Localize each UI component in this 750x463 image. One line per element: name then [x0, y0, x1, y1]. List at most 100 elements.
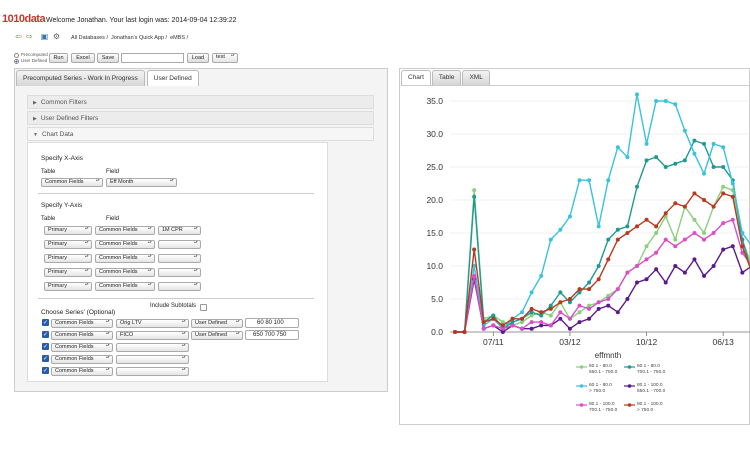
- divider: [38, 193, 314, 194]
- home-icon[interactable]: ▣: [40, 33, 49, 41]
- y-row-4-group-select[interactable]: Common Fields: [95, 268, 155, 277]
- data-point: [539, 273, 544, 278]
- y-row-1-table-select[interactable]: Primary: [44, 226, 92, 235]
- back-arrow-icon[interactable]: ⇦: [14, 33, 23, 41]
- tools-icon[interactable]: ⚙: [52, 33, 61, 41]
- legend-item[interactable]: 80.1 - 100.0 650.1 - 700.0: [624, 383, 665, 395]
- series-row-3-table-select[interactable]: Common Fields: [51, 343, 113, 352]
- y-row-2-field-select[interactable]: [158, 240, 201, 249]
- y-row-4-field-select[interactable]: [158, 268, 201, 277]
- legend-item[interactable]: 60.1 - 80.0 700.1 - 750.0: [624, 364, 665, 376]
- series-row-1-checkbox[interactable]: ✓: [42, 319, 49, 326]
- run-button[interactable]: Run: [49, 53, 68, 63]
- accordion-user-defined-filters[interactable]: ▶ User Defined Filters: [27, 111, 374, 125]
- series-row-2-table-select[interactable]: Common Fields: [51, 331, 113, 340]
- series-row-4-field-select[interactable]: [116, 355, 189, 364]
- data-point: [692, 191, 697, 196]
- series-row-2-type-select[interactable]: User Defined: [191, 331, 243, 340]
- line-chart: 0.0 5.0 10.0 15.0 20.0 25.0 30.0 35.0 07/11 03/12…: [426, 92, 750, 360]
- breadcrumb-all-databases[interactable]: All Databases /: [71, 35, 108, 41]
- series-row-5-field-select[interactable]: [116, 367, 189, 376]
- y-row-5-group-select[interactable]: Common Fields: [95, 282, 155, 291]
- tab-xml[interactable]: XML: [462, 70, 490, 85]
- include-subtotals-checkbox[interactable]: [200, 304, 207, 311]
- data-point: [567, 316, 572, 321]
- tab-user-defined[interactable]: User Defined: [146, 70, 199, 86]
- save-name-input[interactable]: [121, 53, 184, 63]
- series-row-2-field-select[interactable]: FICO: [116, 331, 189, 340]
- series-row-1-table-select[interactable]: Common Fields: [51, 319, 113, 328]
- series-row-5-checkbox[interactable]: ✓: [42, 367, 49, 374]
- legend-item[interactable]: 60.1 - 80.0 > 750.0: [576, 383, 612, 395]
- x-axis-heading: Specify X-Axis: [41, 155, 83, 162]
- accordion-chart-data[interactable]: ▼ Chart Data: [27, 127, 374, 141]
- data-point: [644, 158, 649, 163]
- chevron-right-icon: ▶: [33, 116, 37, 122]
- y-row-3-table-select[interactable]: Primary: [44, 254, 92, 263]
- series-row-3-field-select[interactable]: [116, 343, 189, 352]
- data-point: [625, 270, 630, 275]
- data-point: [702, 198, 707, 202]
- data-point: [558, 227, 563, 232]
- series-row-2-value-input[interactable]: 650 700 750: [245, 330, 299, 340]
- data-point: [625, 297, 630, 301]
- data-point: [481, 326, 486, 331]
- series-row-5-table-select[interactable]: Common Fields: [51, 367, 113, 376]
- radio-user-defined-label: User Defined: [21, 58, 48, 63]
- tab-table[interactable]: Table: [431, 70, 462, 85]
- legend-item[interactable]: 80.1 - 100.0 > 750.0: [624, 402, 663, 414]
- data-point: [472, 247, 477, 252]
- forward-arrow-icon[interactable]: ⇨: [25, 33, 34, 41]
- y-row-4-table-select[interactable]: Primary: [44, 268, 92, 277]
- y-row-1-group-select[interactable]: Common Fields: [95, 226, 155, 235]
- series-row-3-checkbox[interactable]: ✓: [42, 343, 49, 350]
- data-point: [663, 280, 668, 285]
- data-point: [520, 310, 525, 315]
- series-row-4-table-select[interactable]: Common Fields: [51, 355, 113, 364]
- data-point: [673, 264, 678, 268]
- data-point: [644, 244, 649, 249]
- data-point: [654, 155, 659, 160]
- series-row-1-type-select[interactable]: User Defined: [191, 319, 243, 328]
- data-point: [606, 303, 611, 308]
- data-point: [711, 264, 716, 268]
- excel-button[interactable]: Excel: [71, 53, 95, 63]
- tab-precomputed-series[interactable]: Precomputed Series - Work In Progress: [16, 70, 145, 86]
- data-point: [663, 165, 668, 169]
- data-point: [606, 297, 611, 301]
- data-point: [491, 323, 496, 328]
- load-button[interactable]: Load: [187, 53, 209, 63]
- data-point: [548, 313, 553, 318]
- y-row-2-group-select[interactable]: Common Fields: [95, 240, 155, 249]
- radio-precomputed-button[interactable]: [14, 52, 19, 58]
- data-point: [721, 247, 726, 252]
- series-row-2-checkbox[interactable]: ✓: [42, 331, 49, 338]
- legend-item[interactable]: 80.1 - 100.0 700.1 - 750.0: [576, 402, 617, 414]
- data-point: [644, 141, 649, 146]
- data-point: [673, 201, 678, 206]
- y-row-2-table-select[interactable]: Primary: [44, 240, 92, 249]
- load-select[interactable]: test: [212, 53, 238, 63]
- radio-user-defined[interactable]: User Defined: [14, 58, 48, 64]
- series-row-1-value-input[interactable]: 60 80 100: [245, 318, 299, 328]
- y-row-1-field-select[interactable]: 1M CPR: [158, 226, 201, 235]
- data-point: [453, 330, 457, 334]
- x-axis-table-select[interactable]: Common Fields: [41, 178, 103, 187]
- y-row-5-table-select[interactable]: Primary: [44, 282, 92, 291]
- accordion-common-filters[interactable]: ▶ Common Filters: [27, 95, 374, 109]
- y-row-5-field-select[interactable]: [158, 282, 201, 291]
- save-button[interactable]: Save: [97, 53, 119, 63]
- data-point: [539, 320, 544, 325]
- legend-item[interactable]: 60.1 - 80.0 650.1 - 700.0: [576, 364, 617, 376]
- tab-chart[interactable]: Chart: [401, 70, 431, 85]
- breadcrumb-quick-app[interactable]: Jonathan's Quick App /: [111, 35, 167, 41]
- y-row-3-group-select[interactable]: Common Fields: [95, 254, 155, 263]
- y-row-3-field-select[interactable]: [158, 254, 201, 263]
- series-row-1-field-select[interactable]: Orig LTV: [116, 319, 189, 328]
- x-axis-field-select[interactable]: Eff Month: [106, 178, 177, 187]
- data-point: [625, 231, 630, 235]
- radio-user-defined-button[interactable]: [14, 58, 19, 64]
- data-point: [730, 194, 735, 199]
- breadcrumb-embs[interactable]: eMBS /: [170, 35, 188, 41]
- series-row-4-checkbox[interactable]: ✓: [42, 355, 49, 362]
